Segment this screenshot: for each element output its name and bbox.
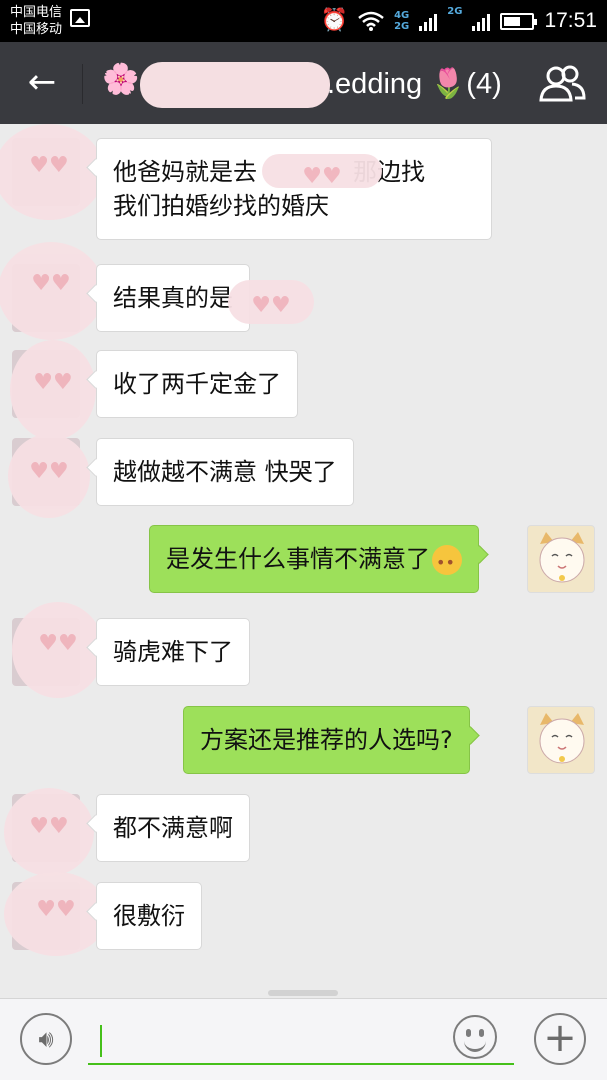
message-bubble[interactable]: 结果真的是 xyxy=(96,264,250,332)
message-bubble[interactable]: 很敷衍 xyxy=(96,882,202,950)
message-bubble-outgoing[interactable]: 方案还是推荐的人选吗? xyxy=(183,706,470,774)
scroll-handle[interactable] xyxy=(268,990,338,996)
carrier-labels: 中国电信 中国移动 xyxy=(10,4,62,38)
signal-icon-2 xyxy=(472,11,491,31)
message-bubble[interactable]: 收了两千定金了 xyxy=(96,350,298,418)
network-label-2g-b: 2G xyxy=(447,6,463,17)
text-caret xyxy=(100,1025,102,1057)
message-text-line-2: 我们拍婚纱找的婚庆 xyxy=(113,192,329,220)
wifi-icon xyxy=(358,11,384,31)
clock: 17:51 xyxy=(544,9,597,32)
chat-title[interactable]: .edding 🌷(4) xyxy=(327,66,502,102)
voice-icon[interactable]: 🔊︎ xyxy=(20,1013,72,1065)
message-bubble[interactable]: 骑虎难下了 xyxy=(96,618,250,686)
cat-avatar-icon xyxy=(539,713,585,764)
carrier-1: 中国电信 xyxy=(10,5,63,20)
redacted-text-blur xyxy=(262,154,382,189)
my-avatar[interactable] xyxy=(527,525,595,593)
my-avatar[interactable] xyxy=(527,706,595,774)
flower-emoji-icon: 🌸 xyxy=(102,62,140,97)
network-label-4g: 4G xyxy=(394,10,410,21)
message-input[interactable] xyxy=(88,1017,514,1065)
message-list[interactable]: 他爸妈就是去 那边找 我们拍婚纱找的婚庆 结果真的是 收了两千定金了 越做越不满… xyxy=(0,124,607,998)
image-icon xyxy=(70,9,90,27)
cat-avatar-icon xyxy=(539,532,585,583)
group-icon[interactable] xyxy=(538,64,586,104)
redacted-title-blur xyxy=(140,62,330,108)
alarm-icon: ⏰ xyxy=(320,8,349,33)
network-labels-a: 4G 2G xyxy=(394,10,409,32)
plus-icon[interactable]: + xyxy=(534,1013,586,1065)
message-bubble[interactable]: 越做越不满意 快哭了 xyxy=(96,438,354,506)
carrier-2: 中国移动 xyxy=(10,22,63,37)
chat-header: ← 🌸 .edding 🌷(4) xyxy=(0,42,607,124)
message-bubble[interactable]: 都不满意啊 xyxy=(96,794,250,862)
input-bar: 🔊︎ + xyxy=(0,998,607,1080)
message-text: 是发生什么事情不满意了 xyxy=(166,545,430,573)
redacted-avatar-blur xyxy=(0,124,104,220)
signal-icon xyxy=(419,11,438,31)
redacted-text-blur xyxy=(228,280,314,324)
header-divider xyxy=(82,64,83,104)
redacted-avatar-blur xyxy=(10,340,96,440)
pleading-emoji-icon xyxy=(432,545,462,580)
status-right: ⏰ 4G 2G 2G 17:51 xyxy=(321,0,597,42)
redacted-avatar-blur xyxy=(8,434,90,518)
message-bubble-outgoing[interactable]: 是发生什么事情不满意了 xyxy=(149,525,479,593)
battery-icon xyxy=(500,12,538,30)
smiley-icon[interactable] xyxy=(453,1015,497,1059)
network-label-2g-a: 2G xyxy=(394,21,410,32)
arrow-left-icon[interactable]: ← xyxy=(22,64,62,104)
redacted-avatar-blur xyxy=(4,788,94,876)
status-bar: 中国电信 中国移动 ⏰ 4G 2G 2G 17:51 xyxy=(0,0,607,42)
